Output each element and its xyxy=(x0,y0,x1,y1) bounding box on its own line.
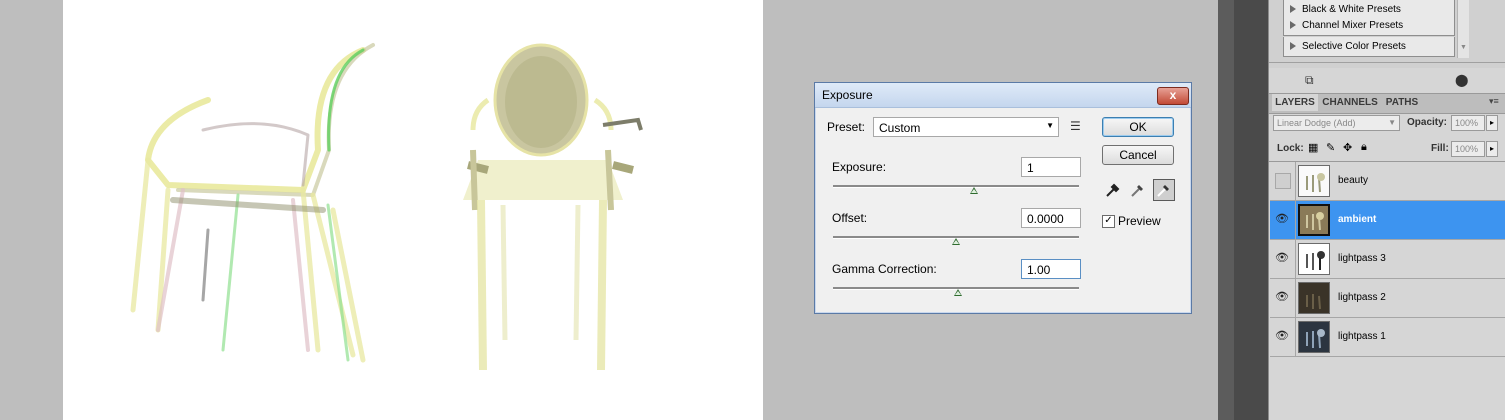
visibility-toggle[interactable] xyxy=(1270,162,1296,200)
eye-icon: 👁︎ xyxy=(1275,330,1289,342)
list-item[interactable]: Channel Mixer Presets xyxy=(1283,16,1455,36)
black-eyedropper-icon[interactable] xyxy=(1102,179,1124,201)
tab-channels[interactable]: CHANNELS xyxy=(1321,94,1379,111)
tab-paths[interactable]: PATHS xyxy=(1381,94,1423,111)
opacity-input[interactable]: 100% xyxy=(1451,115,1485,131)
list-item[interactable]: Selective Color Presets xyxy=(1283,37,1455,57)
hidden-box-icon xyxy=(1275,173,1291,189)
eye-icon: 👁︎ xyxy=(1275,252,1289,264)
scroll-down-arrow-icon[interactable]: ▼ xyxy=(1460,44,1467,51)
panel-dock-strip xyxy=(1218,0,1234,420)
exposure-slider-thumb[interactable] xyxy=(970,187,978,194)
opacity-slider-button[interactable]: ▸ xyxy=(1486,115,1498,131)
gamma-input[interactable]: 1.00 xyxy=(1021,259,1081,279)
right-panel: Black & White Presets Channel Mixer Pres… xyxy=(1268,0,1505,420)
presets-panel: Black & White Presets Channel Mixer Pres… xyxy=(1269,0,1505,68)
visibility-toggle[interactable]: 👁︎ xyxy=(1270,318,1296,356)
layer-name: lightpass 3 xyxy=(1338,253,1386,264)
lock-all-icon[interactable]: 🔒︎ xyxy=(1361,141,1367,154)
ok-button[interactable]: OK xyxy=(1102,117,1174,137)
fill-label: Fill: xyxy=(1431,143,1449,154)
layer-row-beauty[interactable]: beauty xyxy=(1270,162,1505,201)
layer-thumbnail xyxy=(1298,321,1330,353)
return-to-list-icon[interactable]: ⧉ xyxy=(1305,73,1314,88)
visibility-toggle[interactable]: 👁︎ xyxy=(1270,201,1296,239)
visibility-toggle[interactable]: 👁︎ xyxy=(1270,240,1296,278)
preset-value: Custom xyxy=(879,121,921,135)
white-eyedropper-icon[interactable] xyxy=(1153,179,1175,201)
clip-to-layer-icon[interactable]: ⬤ xyxy=(1455,73,1468,87)
offset-input[interactable]: 0.0000 xyxy=(1021,208,1081,228)
tab-layers[interactable]: LAYERS xyxy=(1272,94,1318,111)
fill-input[interactable]: 100% xyxy=(1451,141,1485,157)
chairs-render-image xyxy=(130,43,643,371)
preview-label: Preview xyxy=(1118,214,1161,228)
layer-thumbnail xyxy=(1298,243,1330,275)
layer-name: beauty xyxy=(1338,175,1369,186)
expand-triangle-icon xyxy=(1290,21,1296,29)
fill-slider-button[interactable]: ▸ xyxy=(1486,141,1498,157)
opacity-label: Opacity: xyxy=(1407,117,1448,128)
gray-eyedropper-icon[interactable] xyxy=(1127,179,1149,201)
offset-label: Offset: xyxy=(832,211,868,225)
presets-scrollbar[interactable]: ▼ xyxy=(1457,0,1469,58)
preview-checkbox[interactable]: ✓ xyxy=(1102,215,1115,228)
layer-name: lightpass 1 xyxy=(1338,331,1386,342)
exposure-label: Exposure: xyxy=(832,160,887,174)
layer-thumbnail xyxy=(1298,282,1330,314)
cancel-button[interactable]: Cancel xyxy=(1102,145,1174,165)
exposure-input[interactable]: 1 xyxy=(1021,157,1081,177)
offset-slider-thumb[interactable] xyxy=(952,238,960,245)
blend-mode-value: Linear Dodge (Add) xyxy=(1277,118,1356,128)
dialog-titlebar[interactable]: Exposure x xyxy=(815,83,1191,108)
layer-name: lightpass 2 xyxy=(1338,292,1386,303)
layer-thumbnail xyxy=(1298,165,1330,197)
layer-row-lightpass-2[interactable]: 👁︎ lightpass 2 xyxy=(1270,279,1505,318)
preset-options-icon[interactable]: ☰ xyxy=(1070,119,1081,133)
dialog-title: Exposure xyxy=(822,88,873,102)
lock-image-icon[interactable]: ✎ xyxy=(1326,141,1335,154)
visibility-toggle[interactable]: 👁︎ xyxy=(1270,279,1296,317)
panel-menu-icon[interactable]: ▾≡ xyxy=(1489,96,1499,107)
lock-transparent-icon[interactable]: ▦ xyxy=(1308,141,1318,154)
exposure-dialog: Exposure x Preset: Custom ▼ ☰ OK Cancel … xyxy=(814,82,1192,314)
lock-position-icon[interactable]: ✥ xyxy=(1343,141,1352,154)
divider xyxy=(1269,62,1505,63)
eye-icon: 👁︎ xyxy=(1275,213,1289,225)
blend-mode-select[interactable]: Linear Dodge (Add) ▼ xyxy=(1273,115,1400,131)
layer-thumbnail xyxy=(1298,204,1330,236)
expand-triangle-icon xyxy=(1290,42,1296,50)
layer-name: ambient xyxy=(1338,214,1377,225)
document-image[interactable] xyxy=(63,0,763,420)
chevron-down-icon: ▼ xyxy=(1388,118,1396,127)
expand-triangle-icon xyxy=(1290,5,1296,13)
layers-empty-area xyxy=(1269,357,1505,420)
gamma-slider-thumb[interactable] xyxy=(954,289,962,296)
layer-row-lightpass-1[interactable]: 👁︎ lightpass 1 xyxy=(1270,318,1505,357)
exposure-slider-track[interactable] xyxy=(833,185,1079,188)
close-button[interactable]: x xyxy=(1157,87,1189,105)
eye-icon: 👁︎ xyxy=(1275,291,1289,303)
lock-label: Lock: xyxy=(1277,143,1304,154)
preset-select[interactable]: Custom ▼ xyxy=(873,117,1059,137)
preset-label: Preset: xyxy=(827,120,866,134)
layer-row-lightpass-3[interactable]: 👁︎ lightpass 3 xyxy=(1270,240,1505,279)
gamma-label: Gamma Correction: xyxy=(832,262,937,276)
layer-row-ambient[interactable]: 👁︎ ambient xyxy=(1270,201,1505,240)
chevron-down-icon: ▼ xyxy=(1046,121,1054,130)
